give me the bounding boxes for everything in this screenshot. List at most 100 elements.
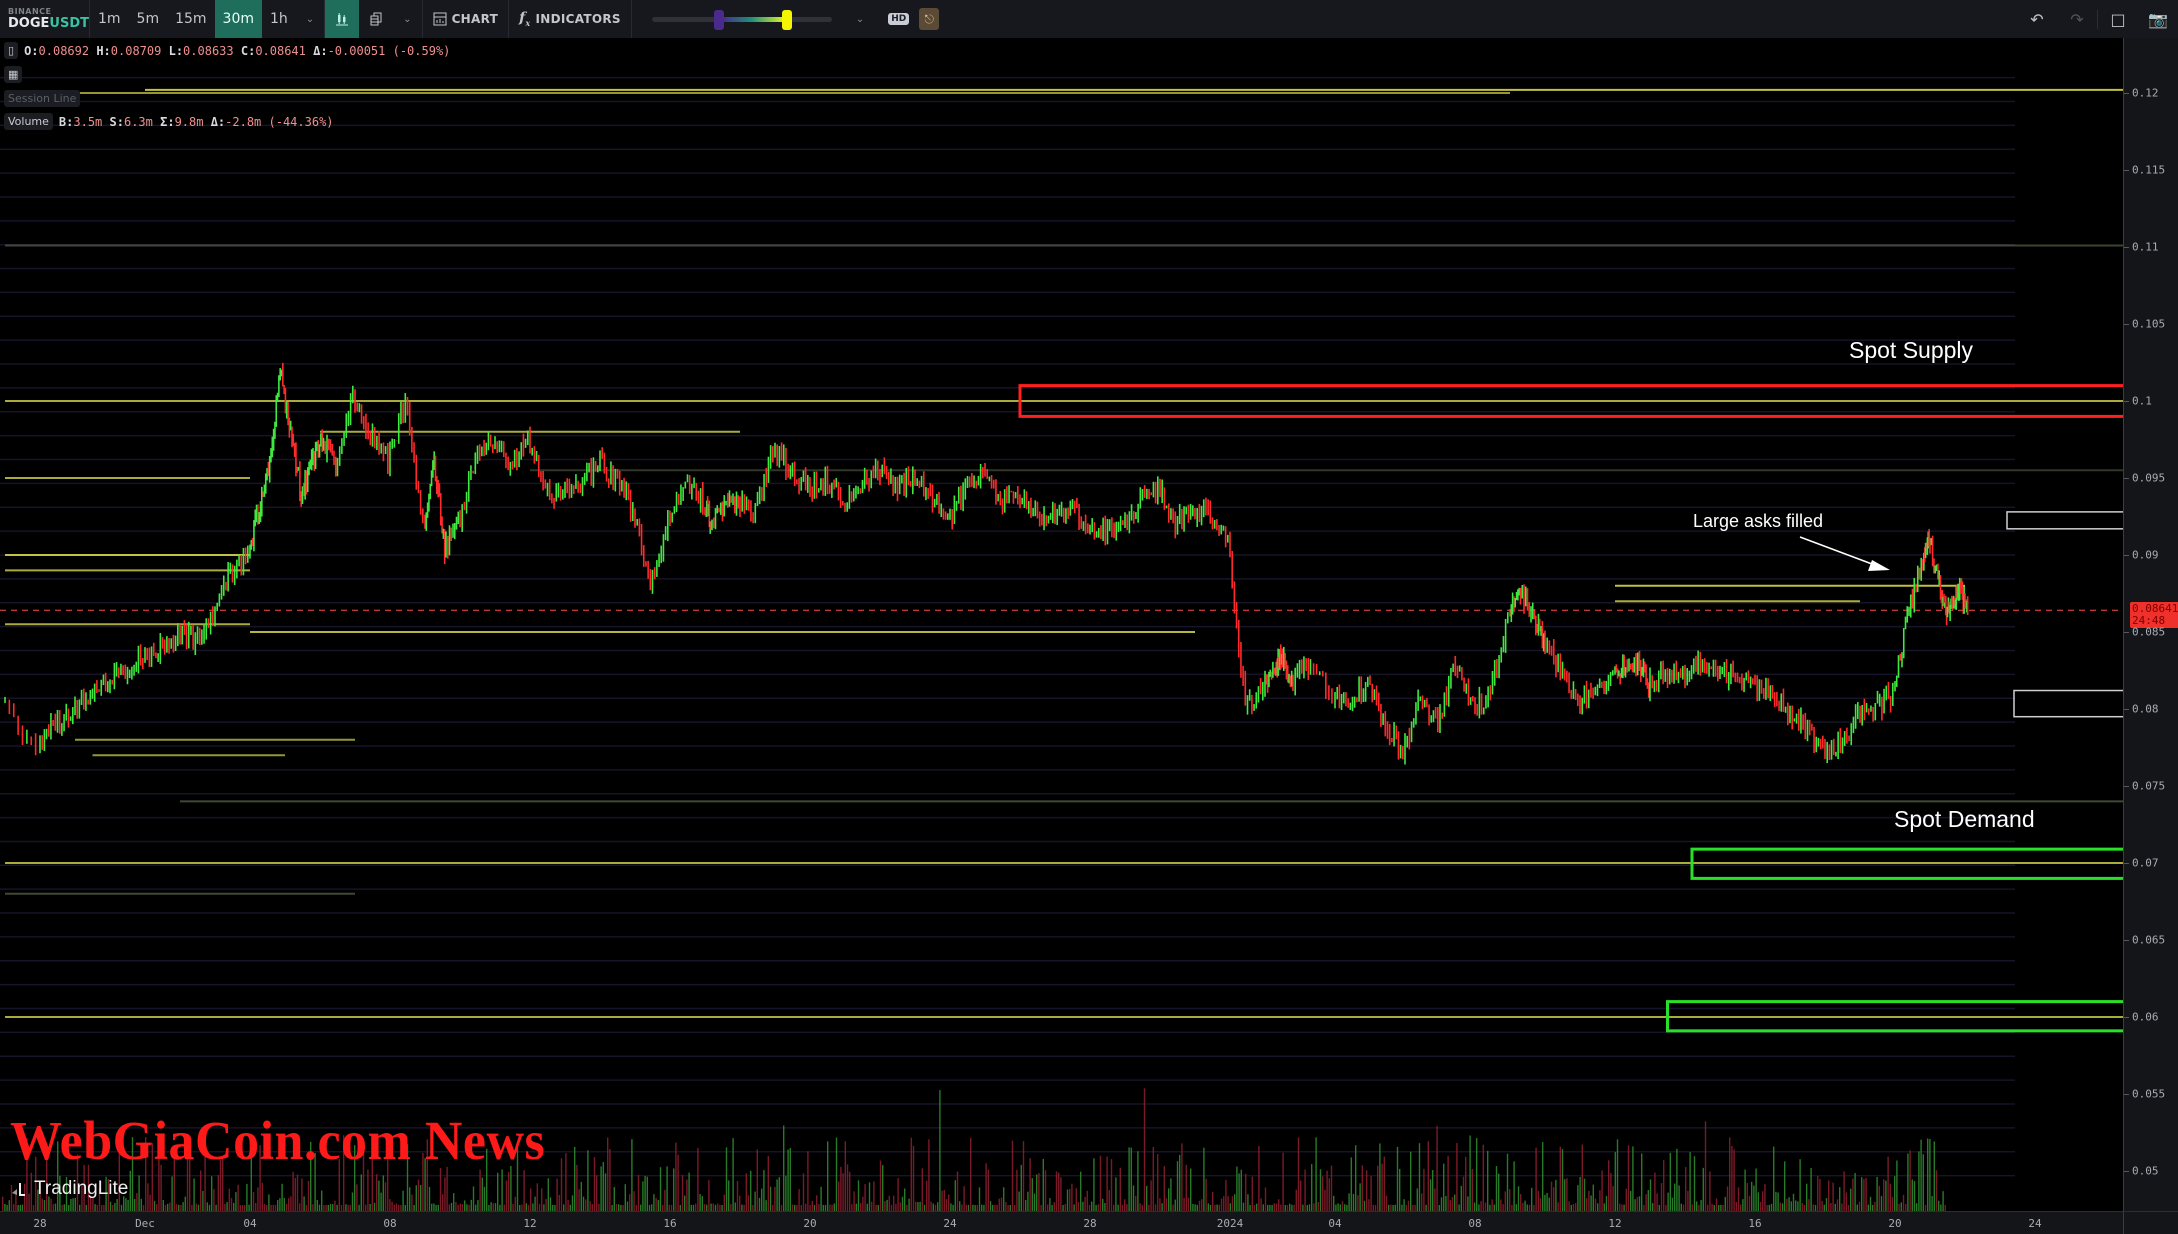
volume-bar [395,1203,398,1211]
square-icon[interactable]: □ [2097,9,2138,29]
volume-bar [855,1203,857,1211]
lock-icon[interactable]: ⎋ [919,8,940,30]
timeframe-more-chevron-down-icon[interactable]: ⌄ [296,14,324,25]
volume-bar [233,1202,235,1211]
price-tick-mark [2124,786,2129,787]
volume-bar [747,1195,750,1211]
volume-bar [1865,1178,1867,1211]
volume-bar [211,1176,213,1211]
timeframe-15m[interactable]: 15m [167,0,214,38]
volume-bar [1359,1183,1361,1211]
chart-button[interactable]: CHART [423,0,509,38]
undo-icon[interactable]: ↶ [2017,10,2057,29]
volume-bar [895,1203,897,1211]
session-line-toggle[interactable]: Session Line [4,90,81,107]
volume-bar [673,1168,675,1211]
volume-bar [884,1201,886,1211]
timeframe-30m[interactable]: 30m [214,0,262,38]
volume-bar [1476,1138,1478,1211]
volume-bar [591,1204,593,1211]
volume-bar [708,1180,710,1211]
volume-bar [1652,1203,1654,1211]
layers-button[interactable] [359,0,393,38]
time-axis[interactable]: 28 Dec 04 08 12 16 20 24 28 2024 04 08 12 16 20 24 [0,1211,2123,1234]
heatmap-legend-icon[interactable]: ▦ [4,66,23,83]
toolbar-right: ↶ ↷ □ 📷 [2017,0,2178,38]
redo-icon[interactable]: ↷ [2057,10,2097,29]
volume-bar [294,1177,296,1211]
volume-bar [184,1196,186,1211]
volume-bar [1077,1202,1080,1211]
price-chart[interactable] [0,38,2123,1211]
volume-bar [1168,1188,1170,1211]
axis-corner [2123,1211,2178,1234]
volume-bar [1260,1198,1262,1211]
volume-bar [1445,1196,1447,1211]
volume-bar [1685,1167,1687,1211]
volume-bar [1020,1164,1022,1211]
volume-bar [1073,1204,1075,1211]
layers-more-chevron-down-icon[interactable]: ⌄ [393,14,421,25]
volume-bar [1601,1170,1603,1211]
volume-bar [1082,1201,1084,1211]
volume-bar [384,1182,387,1211]
candles-button[interactable] [325,0,360,38]
volume-bar [261,1182,263,1211]
volume-bar [624,1184,626,1211]
volume-bar [1339,1204,1341,1211]
volume-bar [602,1161,604,1211]
slider-low-handle[interactable] [713,10,724,30]
volume-bar [1159,1198,1161,1211]
volume-bar [411,1194,413,1211]
heatmap-range-slider[interactable] [651,10,832,30]
volume-bar [703,1204,706,1211]
volume-bar [1927,1138,1929,1211]
timeframe-1m[interactable]: 1m [90,0,129,38]
volume-bar [1704,1121,1707,1211]
camera-icon[interactable]: 📷 [2138,10,2178,29]
volume-bar [1132,1185,1135,1211]
volume-bar [1031,1178,1033,1211]
volume-bar [763,1170,765,1211]
volume-bar [1581,1144,1583,1211]
symbol-selector[interactable]: BINANCE DOGEUSDT [0,0,90,38]
volume-bar [655,1197,657,1211]
volume-bar [761,1188,763,1211]
volume-bar [1436,1125,1438,1211]
volume-toggle[interactable]: Volume [4,113,53,130]
price-tick-mark [2124,93,2129,94]
price-axis[interactable]: 0.08641 24:48 0.12 0.115 0.11 0.105 0.1 0.095… [2123,38,2178,1211]
slider-high-handle[interactable] [781,10,792,30]
volume-bar [618,1204,620,1211]
volume-bar [1535,1147,1537,1211]
volume-bar [1005,1202,1007,1211]
volume-bar [1874,1201,1876,1211]
timeframe-group: 1m 5m 15m 30m 1h [90,0,296,38]
volume-bar [439,1168,442,1211]
volume-bar [1093,1158,1095,1211]
volume-bar [607,1137,609,1211]
hd-toggle[interactable]: HD [888,13,910,25]
timeframe-5m[interactable]: 5m [129,0,168,38]
candles-legend-icon[interactable]: ▯ [4,42,19,59]
volume-bar [1454,1194,1456,1211]
volume-bar [206,1202,208,1211]
volume-bar [956,1171,959,1211]
heatmap-more-chevron-down-icon[interactable]: ⌄ [846,14,874,25]
indicators-button[interactable]: fx INDICATORS [509,0,631,38]
volume-bar [631,1139,633,1211]
volume-bar [129,1170,131,1211]
price-tick-mark [2124,478,2129,479]
volume-bar [1641,1153,1643,1211]
volume-bar [805,1203,807,1211]
time-tick-label: 04 [1328,1217,1342,1230]
volume-bar [70,1198,72,1211]
chart-label: CHART [451,12,499,26]
volume-bar [367,1169,369,1211]
volume-bar [930,1201,932,1211]
timeframe-1h[interactable]: 1h [262,0,296,38]
volume-bar [268,1194,270,1211]
volume-bar [329,1203,332,1211]
volume-bar [1757,1192,1759,1211]
volume-bar [171,1176,173,1211]
